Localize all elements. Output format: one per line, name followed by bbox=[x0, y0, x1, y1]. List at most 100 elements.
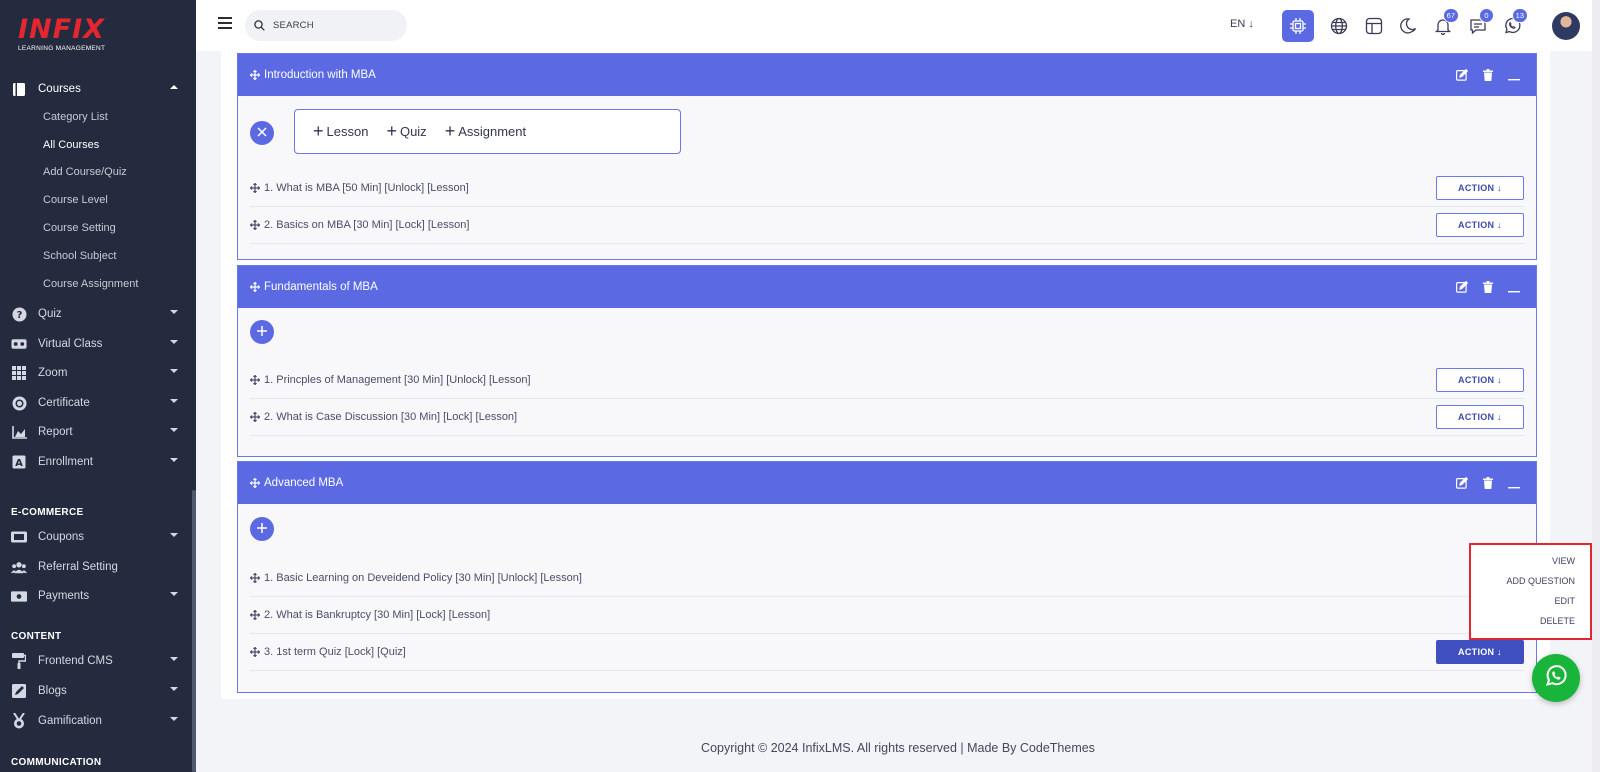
bell-icon[interactable]: 67 bbox=[1427, 8, 1459, 42]
sidebar-item-certificate[interactable]: Certificate bbox=[0, 389, 196, 417]
collapse-icon[interactable] bbox=[1508, 68, 1520, 86]
action-button-active[interactable]: ACTION ↓ bbox=[1436, 640, 1524, 664]
move-icon[interactable] bbox=[250, 220, 260, 230]
globe-icon[interactable] bbox=[1323, 10, 1355, 42]
chevron-down-icon bbox=[170, 310, 178, 314]
close-add-button[interactable] bbox=[250, 121, 274, 145]
edit-icon[interactable] bbox=[1456, 280, 1469, 298]
sidebar-subitem-category-list[interactable]: Category List bbox=[43, 111, 108, 123]
lesson-row: 1. Basic Learning on Deveidend Policy [3… bbox=[250, 560, 1524, 597]
sidebar-item-frontend-cms[interactable]: Frontend CMS bbox=[0, 647, 196, 675]
whatsapp-outline-icon[interactable]: 13 bbox=[1496, 8, 1528, 42]
add-content-button[interactable] bbox=[250, 517, 274, 541]
chat-icon[interactable]: 0 bbox=[1462, 8, 1494, 42]
add-content-button[interactable] bbox=[250, 320, 274, 344]
sidebar-item-zoom[interactable]: Zoom bbox=[0, 359, 196, 387]
action-button[interactable]: ACTION ↓ bbox=[1436, 405, 1524, 429]
plus-icon: + bbox=[313, 121, 324, 141]
trash-icon[interactable] bbox=[1483, 280, 1493, 298]
chapter-header[interactable]: Advanced MBA bbox=[238, 462, 1536, 504]
lesson-row: 1. Princples of Management [30 Min] [Unl… bbox=[250, 362, 1524, 399]
sidebar-subitem-add-course-quiz[interactable]: Add Course/Quiz bbox=[43, 166, 127, 178]
lesson-title: 2. What is Bankruptcy [30 Min] [Lock] [L… bbox=[264, 609, 491, 621]
add-lesson-button[interactable]: + Lesson bbox=[313, 121, 368, 141]
sidebar-item-label: Gamification bbox=[38, 715, 102, 727]
sidebar-item-referral-setting[interactable]: Referral Setting bbox=[0, 553, 196, 581]
sidebar-item-quiz[interactable]: ? Quiz bbox=[0, 300, 196, 328]
question-circle-icon: ? bbox=[11, 306, 27, 322]
sidebar-item-blogs[interactable]: Blogs bbox=[0, 677, 196, 705]
sidebar-item-enrollment[interactable]: A Enrollment bbox=[0, 448, 196, 476]
chevron-down-icon bbox=[170, 717, 178, 721]
lesson-row: 2. What is Case Discussion [30 Min] [Loc… bbox=[250, 399, 1524, 436]
sidebar-subitem-all-courses[interactable]: All Courses bbox=[43, 139, 99, 151]
move-icon[interactable] bbox=[250, 412, 260, 422]
whatsapp-float-button[interactable] bbox=[1532, 654, 1580, 702]
chevron-down-icon bbox=[170, 687, 178, 691]
dropdown-item-delete[interactable]: DELETE bbox=[1471, 611, 1590, 631]
action-button[interactable]: ACTION ↓ bbox=[1436, 368, 1524, 392]
edit-icon[interactable] bbox=[1456, 476, 1469, 494]
add-assignment-button[interactable]: + Assignment bbox=[445, 122, 526, 140]
search-input[interactable] bbox=[271, 19, 391, 32]
sidebar-item-label: Payments bbox=[38, 590, 90, 602]
sidebar-subitem-course-setting[interactable]: Course Setting bbox=[43, 222, 116, 234]
move-icon[interactable] bbox=[250, 183, 260, 193]
sidebar-subitem-course-assignment[interactable]: Course Assignment bbox=[43, 278, 138, 290]
collapse-icon[interactable] bbox=[1508, 280, 1520, 298]
svg-text:?: ? bbox=[16, 310, 22, 321]
collapse-icon[interactable] bbox=[1508, 476, 1520, 494]
action-button[interactable]: ACTION ↓ bbox=[1436, 176, 1524, 200]
enrollment-icon: A bbox=[11, 454, 27, 470]
add-quiz-button[interactable]: + Quiz bbox=[386, 121, 426, 141]
sidebar-subitem-school-subject[interactable]: School Subject bbox=[43, 250, 116, 262]
trash-icon[interactable] bbox=[1483, 476, 1493, 494]
search-box[interactable] bbox=[245, 10, 407, 41]
move-icon[interactable] bbox=[250, 375, 260, 385]
page-scrollbar[interactable] bbox=[1592, 0, 1600, 772]
sidebar: INFIX LEARNING MANAGEMENT Courses Catego… bbox=[0, 0, 196, 772]
whatsapp-badge: 13 bbox=[1511, 8, 1528, 23]
dropdown-item-view[interactable]: VIEW bbox=[1471, 551, 1590, 571]
lesson-title: 2. What is Case Discussion [30 Min] [Loc… bbox=[264, 411, 518, 423]
sidebar-item-label: Certificate bbox=[38, 397, 90, 409]
edit-icon[interactable] bbox=[1456, 68, 1469, 86]
lesson-row: 2. Basics on MBA [30 Min] [Lock] [Lesson… bbox=[250, 207, 1524, 244]
logo[interactable]: INFIX LEARNING MANAGEMENT bbox=[18, 16, 105, 53]
dropdown-item-add-question[interactable]: ADD QUESTION bbox=[1471, 571, 1590, 591]
chevron-down-icon bbox=[170, 369, 178, 373]
sidebar-item-courses[interactable]: Courses bbox=[0, 75, 196, 103]
copyright-text: Copyright © 2024 InfixLMS. All rights re… bbox=[701, 741, 1095, 755]
action-button[interactable]: ACTION ↓ bbox=[1436, 213, 1524, 237]
sidebar-subitem-course-level[interactable]: Course Level bbox=[43, 194, 108, 206]
hamburger-menu-icon[interactable] bbox=[218, 17, 232, 29]
chapter-header[interactable]: Introduction with MBA bbox=[238, 54, 1536, 96]
plus-icon: + bbox=[386, 121, 397, 141]
certificate-icon bbox=[11, 395, 27, 411]
moon-icon[interactable] bbox=[1393, 10, 1425, 42]
dropdown-item-edit[interactable]: EDIT bbox=[1471, 591, 1590, 611]
move-icon[interactable] bbox=[250, 647, 260, 657]
move-icon[interactable] bbox=[250, 282, 260, 292]
move-icon[interactable] bbox=[250, 478, 260, 488]
sidebar-item-label: Zoom bbox=[38, 367, 68, 379]
top-header: EN ↓ 67 0 13 bbox=[196, 0, 1600, 51]
move-icon[interactable] bbox=[250, 70, 260, 80]
sidebar-item-payments[interactable]: Payments bbox=[0, 582, 196, 610]
chart-area-icon bbox=[11, 424, 27, 440]
sidebar-item-report[interactable]: Report bbox=[0, 418, 196, 446]
footer: Copyright © 2024 InfixLMS. All rights re… bbox=[196, 724, 1600, 772]
move-icon[interactable] bbox=[250, 573, 260, 583]
avatar[interactable] bbox=[1552, 12, 1580, 40]
sidebar-item-gamification[interactable]: Gamification bbox=[0, 707, 196, 735]
move-icon[interactable] bbox=[250, 610, 260, 620]
layout-icon[interactable] bbox=[1358, 10, 1390, 42]
chevron-down-icon bbox=[170, 399, 178, 403]
chapter-title: Fundamentals of MBA bbox=[264, 281, 378, 293]
chip-icon[interactable] bbox=[1282, 10, 1314, 42]
language-selector[interactable]: EN ↓ bbox=[1230, 18, 1254, 30]
sidebar-item-coupons[interactable]: Coupons bbox=[0, 523, 196, 551]
trash-icon[interactable] bbox=[1483, 68, 1493, 86]
sidebar-item-virtual-class[interactable]: Virtual Class bbox=[0, 330, 196, 358]
chapter-header[interactable]: Fundamentals of MBA bbox=[238, 266, 1536, 308]
